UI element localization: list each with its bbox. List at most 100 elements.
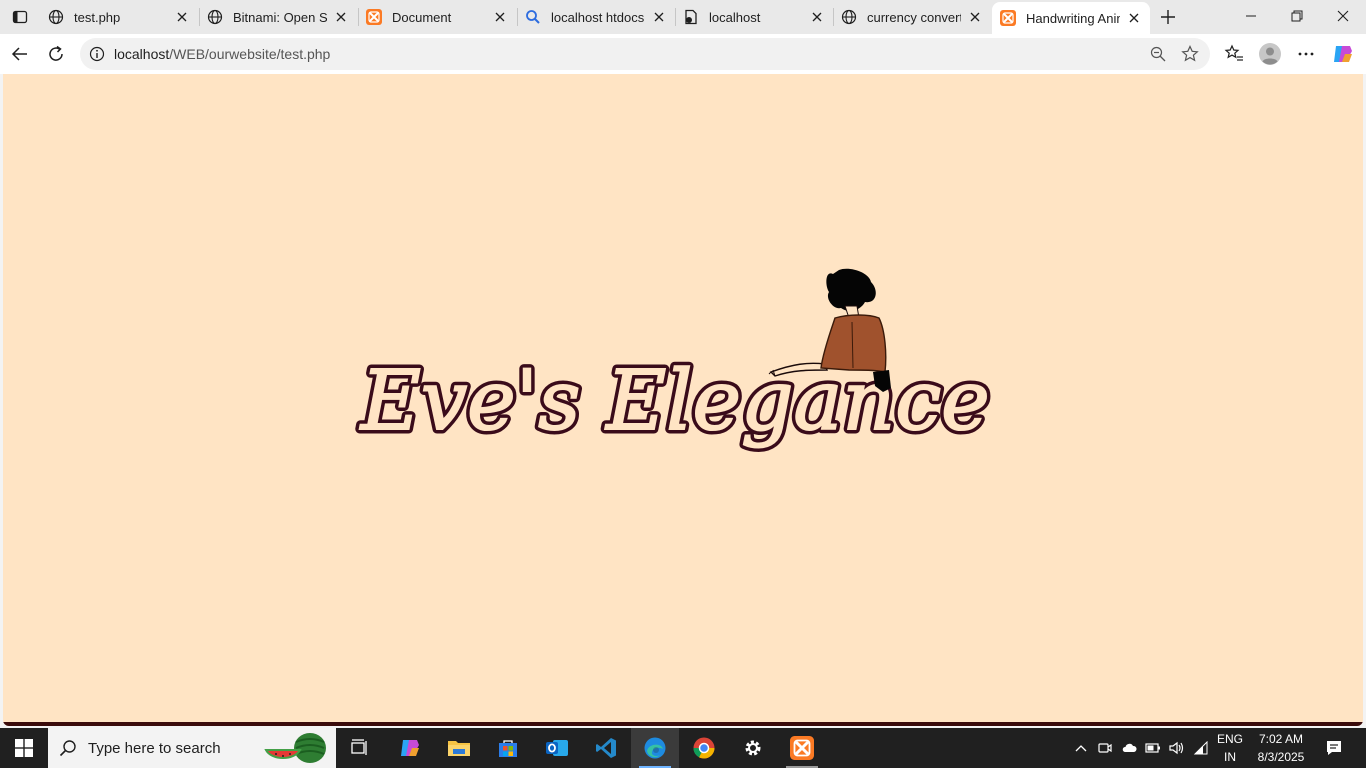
tab-actions-button[interactable] xyxy=(6,4,34,30)
globe-icon xyxy=(207,9,223,25)
onedrive-tray[interactable] xyxy=(1118,728,1140,768)
plus-icon xyxy=(1161,10,1175,24)
favorites-button[interactable] xyxy=(1220,40,1248,68)
show-hidden-icons-button[interactable] xyxy=(1070,728,1092,768)
logo-text-inner: Eve's Elegance xyxy=(359,354,990,449)
store-button[interactable] xyxy=(484,728,532,768)
tab-title: Bitnami: Open Sou xyxy=(233,9,327,25)
volume-tray[interactable] xyxy=(1166,728,1188,768)
settings-menu-button[interactable] xyxy=(1292,40,1320,68)
chrome-icon xyxy=(693,737,715,759)
tab-title: Handwriting Anim xyxy=(1026,10,1120,26)
task-view-button[interactable] xyxy=(336,728,384,768)
minimize-button[interactable] xyxy=(1228,0,1274,32)
tab-localhost-htdocs[interactable]: localhost htdocs ir xyxy=(517,2,675,32)
refresh-icon xyxy=(49,45,63,61)
favorites-icon xyxy=(1224,44,1243,61)
close-icon xyxy=(1337,10,1349,22)
vscode-button[interactable] xyxy=(582,728,630,768)
settings-button[interactable] xyxy=(729,728,777,768)
minimize-icon xyxy=(1246,15,1256,17)
close-tab-icon[interactable] xyxy=(174,9,190,25)
url-host: localhost xyxy=(114,46,170,62)
close-tab-icon[interactable] xyxy=(651,9,667,25)
chrome-button[interactable] xyxy=(680,728,728,768)
restore-icon xyxy=(1291,10,1303,22)
clock-date: 8/3/2025 xyxy=(1257,750,1305,764)
speaker-icon xyxy=(1169,741,1184,755)
clock-time: 7:02 AM xyxy=(1258,732,1304,746)
start-button[interactable] xyxy=(0,728,48,768)
tab-title: currency converte xyxy=(867,9,961,25)
back-arrow-icon xyxy=(11,47,27,61)
file-icon xyxy=(683,9,699,25)
close-window-button[interactable] xyxy=(1320,0,1366,32)
edge-button[interactable] xyxy=(631,728,679,768)
search-placeholder: Type here to search xyxy=(88,739,221,757)
favorite-star-icon[interactable] xyxy=(1180,44,1200,64)
more-dots-icon xyxy=(1298,52,1314,56)
file-explorer-button[interactable] xyxy=(435,728,483,768)
tab-actions-icon xyxy=(12,10,28,24)
xampp-icon xyxy=(366,9,382,25)
tab-bitnami[interactable]: Bitnami: Open Sou xyxy=(199,2,357,32)
vscode-icon xyxy=(596,738,616,758)
tab-document[interactable]: Document xyxy=(358,2,516,32)
notifications-button[interactable] xyxy=(1320,728,1348,768)
site-info-icon[interactable] xyxy=(82,39,112,69)
tab-title: test.php xyxy=(74,9,121,25)
copilot-icon xyxy=(1334,46,1352,62)
meet-now-tray[interactable] xyxy=(1094,728,1116,768)
globe-icon xyxy=(841,9,857,25)
refresh-button[interactable] xyxy=(42,40,70,68)
copilot-taskbar-button[interactable] xyxy=(386,728,434,768)
restore-button[interactable] xyxy=(1274,0,1320,32)
battery-icon xyxy=(1145,743,1160,753)
taskbar: Type here to search ENG IN 7:02 AM 8/3/2… xyxy=(0,728,1366,768)
url-path: /WEB/ourwebsite/test.php xyxy=(169,46,331,62)
tab-strip: test.php Bitnami: Open Sou Document loca… xyxy=(0,0,1366,34)
outlook-icon xyxy=(546,740,568,756)
zoom-out-icon[interactable] xyxy=(1148,44,1168,64)
battery-tray[interactable] xyxy=(1142,728,1164,768)
network-tray[interactable] xyxy=(1190,728,1212,768)
outlook-button[interactable] xyxy=(533,728,581,768)
clock[interactable]: 7:02 AM 8/3/2025 xyxy=(1244,730,1318,766)
close-tab-icon[interactable] xyxy=(492,9,508,25)
xampp-taskbar-button[interactable] xyxy=(778,728,826,768)
close-tab-icon[interactable] xyxy=(809,9,825,25)
page-bottom-border xyxy=(3,722,1363,726)
close-tab-icon[interactable] xyxy=(967,9,983,25)
avatar-icon xyxy=(1259,43,1281,65)
edge-icon xyxy=(644,737,666,759)
tab-test-php[interactable]: test.php xyxy=(40,2,198,32)
address-bar[interactable]: localhost/WEB/ourwebsite/test.php xyxy=(80,38,1210,70)
camera-icon xyxy=(1098,743,1112,753)
page-viewport: Eve's Elegance Eve's Elegance xyxy=(3,74,1363,726)
cloud-icon xyxy=(1122,743,1137,752)
new-tab-button[interactable] xyxy=(1155,4,1181,30)
xampp-icon xyxy=(1000,10,1016,26)
close-tab-icon[interactable] xyxy=(1126,10,1142,26)
profile-button[interactable] xyxy=(1256,40,1284,68)
gear-icon xyxy=(745,740,761,756)
url-text: localhost/WEB/ourwebsite/test.php xyxy=(114,46,330,62)
taskbar-search-box[interactable]: Type here to search xyxy=(48,728,336,768)
copilot-button[interactable] xyxy=(1329,40,1357,68)
xampp-icon xyxy=(790,736,814,760)
search-icon xyxy=(48,739,88,757)
tab-handwriting-animation[interactable]: Handwriting Anim xyxy=(992,2,1150,34)
tab-currency-converter[interactable]: currency converte xyxy=(833,2,991,32)
watermelon-icon xyxy=(264,733,326,763)
close-tab-icon[interactable] xyxy=(333,9,349,25)
notification-icon xyxy=(1327,741,1341,755)
tab-localhost[interactable]: localhost xyxy=(675,2,833,32)
windows-logo-icon xyxy=(15,739,33,757)
language-region: IN xyxy=(1224,750,1236,764)
back-button[interactable] xyxy=(6,40,34,68)
browser-toolbar: localhost/WEB/ourwebsite/test.php xyxy=(0,34,1366,74)
folder-icon xyxy=(448,741,470,756)
copilot-icon xyxy=(401,740,419,756)
input-language[interactable]: ENG IN xyxy=(1214,730,1246,766)
chevron-up-icon xyxy=(1075,745,1087,752)
